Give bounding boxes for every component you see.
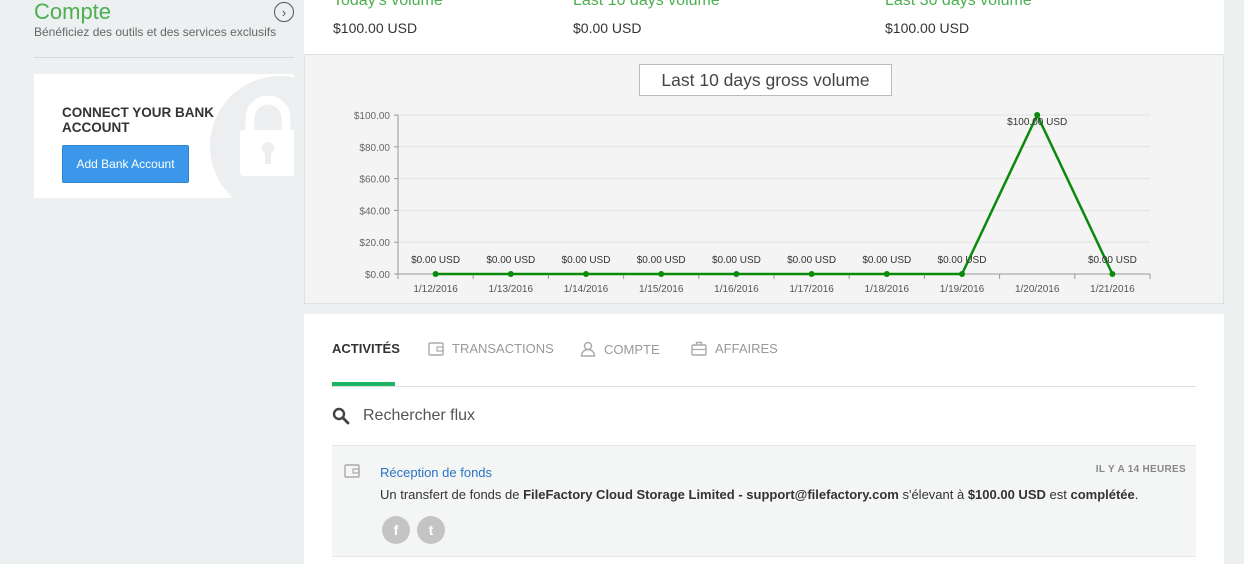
- chart-x-tick-label: 1/13/2016: [489, 284, 534, 295]
- tab-activites-label: ACTIVITÉS: [332, 341, 400, 356]
- chart-data-label: $0.00 USD: [787, 255, 836, 266]
- today-volume-label: Today's volume: [333, 0, 443, 9]
- chart-data-point: [432, 271, 439, 277]
- chart-series-line: [435, 112, 1114, 276]
- chart-x-tick-label: 1/12/2016: [413, 284, 458, 295]
- search-icon: [332, 407, 350, 425]
- chart-y-tick-label: $0.00: [365, 270, 390, 281]
- chart-x-tick-label: 1/18/2016: [865, 284, 910, 295]
- chart-data-point: [733, 271, 740, 277]
- desc-sender: FileFactory Cloud Storage Limited - supp…: [523, 487, 899, 502]
- chart-data-label: $0.00 USD: [938, 255, 987, 266]
- add-bank-account-button[interactable]: Add Bank Account: [62, 145, 189, 183]
- feed-item-title[interactable]: Réception de fonds: [380, 465, 492, 480]
- chart-data-point: [658, 271, 665, 277]
- active-tab-indicator: [332, 382, 395, 386]
- chart-x-tick-label: 1/14/2016: [564, 284, 609, 295]
- chart-data-label: $0.00 USD: [862, 255, 911, 266]
- facebook-share-icon[interactable]: f: [382, 516, 410, 544]
- desc-text: est: [1045, 487, 1071, 502]
- chart-data-label: $100.00 USD: [1007, 117, 1067, 128]
- tab-affaires-label: AFFAIRES: [715, 341, 778, 356]
- feed-search: [332, 402, 1196, 430]
- chart-data-point: [808, 271, 815, 277]
- briefcase-icon: [691, 341, 707, 356]
- account-subtitle: Bénéficiez des outils et des services ex…: [34, 25, 277, 39]
- last-30-days-volume-value: $100.00 USD: [885, 20, 970, 36]
- twitter-share-icon[interactable]: t: [417, 516, 445, 544]
- account-chevron-right-icon[interactable]: ›: [274, 2, 294, 22]
- chart-data-label: $0.00 USD: [411, 255, 460, 266]
- search-input[interactable]: [363, 407, 963, 425]
- activity-panel: ACTIVITÉS TRANSACTIONS COMPTE AFFAIRES R…: [304, 314, 1224, 564]
- chart-x-tick-label: 1/19/2016: [940, 284, 985, 295]
- gross-volume-chart: $0.00 $20.00 $40.00 $60.00 $80.00 $100.00 1/12…: [304, 54, 1224, 304]
- chart-data-label: $0.00 USD: [637, 255, 686, 266]
- chart-x-tick-label: 1/20/2016: [1015, 284, 1060, 295]
- tab-transactions-label: TRANSACTIONS: [452, 341, 554, 356]
- feed-item-time: IL Y A 14 HEURES: [1095, 464, 1186, 475]
- chart-data-point: [507, 271, 514, 277]
- chart-data-point: [959, 271, 965, 277]
- account-title: Compte: [34, 0, 112, 24]
- chart-data-point: [583, 271, 589, 277]
- tab-compte-label: COMPTE: [604, 341, 660, 357]
- lock-icon: [240, 96, 294, 176]
- wallet-icon: [344, 464, 360, 478]
- chart-data-point: [883, 271, 890, 277]
- last-10-days-volume-value: $0.00 USD: [573, 20, 642, 36]
- chart-y-tick-label: $80.00: [359, 143, 390, 154]
- tab-activites[interactable]: ACTIVITÉS: [332, 341, 400, 356]
- chart-x-tick-label: 1/16/2016: [714, 284, 759, 295]
- feed-item-description: Un transfert de fonds de FileFactory Clo…: [380, 487, 1138, 502]
- desc-amount: $100.00 USD: [967, 487, 1046, 502]
- chart-data-label: $0.00 USD: [1088, 255, 1137, 266]
- tab-compte[interactable]: COMPTE: [580, 341, 660, 357]
- desc-text: .: [1134, 487, 1139, 502]
- chart-data-point: [1109, 271, 1116, 277]
- wallet-icon: [428, 341, 444, 356]
- activity-tabs: ACTIVITÉS TRANSACTIONS COMPTE AFFAIRES: [332, 314, 1196, 387]
- connect-bank-title: CONNECT YOUR BANK ACCOUNT: [62, 105, 215, 135]
- chart-y-tick-label: $20.00: [359, 238, 390, 249]
- chart-x-tick-label: 1/15/2016: [639, 284, 684, 295]
- desc-text: s'élevant à: [898, 487, 968, 502]
- desc-text: Un transfert de fonds de: [380, 487, 524, 502]
- chart-data-label: $0.00 USD: [562, 255, 611, 266]
- chart-y-tick-label: $40.00: [359, 206, 390, 217]
- tab-affaires[interactable]: AFFAIRES: [691, 341, 778, 356]
- chart-data-label: $0.00 USD: [486, 255, 535, 266]
- today-volume-value: $100.00 USD: [333, 20, 418, 36]
- chart-y-tick-label: $60.00: [359, 175, 390, 186]
- desc-status: complétée: [1070, 487, 1135, 502]
- last-30-days-volume-label: Last 30 days volume: [885, 0, 1032, 9]
- chart-y-tick-label: $100.00: [354, 111, 391, 122]
- main-panel: Today's volume $100.00 USD Last 10 days …: [304, 0, 1224, 564]
- volume-stats: Today's volume $100.00 USD Last 10 days …: [304, 0, 1224, 55]
- sidebar-divider: [34, 57, 294, 58]
- chart-title: Last 10 days gross volume: [639, 64, 892, 96]
- chart-x-tick-label: 1/21/2016: [1090, 284, 1135, 295]
- feed-item: Réception de fonds IL Y A 14 HEURES Un t…: [332, 445, 1196, 557]
- tab-transactions[interactable]: TRANSACTIONS: [428, 341, 554, 356]
- last-10-days-volume-label: Last 10 days volume: [573, 0, 720, 9]
- connect-bank-card: CONNECT YOUR BANK ACCOUNT Add Bank Accou…: [34, 74, 294, 198]
- chart-data-label: $0.00 USD: [712, 255, 761, 266]
- chart-x-tick-label: 1/17/2016: [789, 284, 834, 295]
- right-gutter: [1224, 0, 1244, 564]
- user-icon: [580, 341, 596, 357]
